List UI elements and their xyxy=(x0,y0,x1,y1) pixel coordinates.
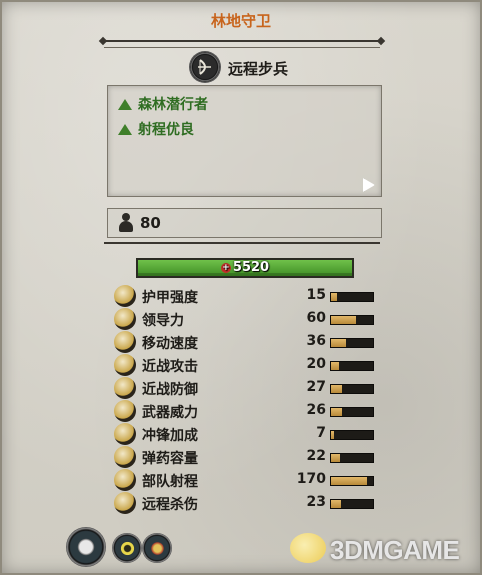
stat-row-armor[interactable]: 护甲强度 15 xyxy=(114,285,376,307)
campaign-icon xyxy=(149,540,165,556)
stat-row-charge-bonus[interactable]: 冲锋加成 7 xyxy=(114,423,376,445)
unit-count: 80 xyxy=(140,214,161,232)
mascot-chick-icon xyxy=(290,533,326,563)
melee-defence-icon xyxy=(114,377,136,399)
stat-label: 部队射程 xyxy=(142,474,198,490)
stat-bar xyxy=(330,476,374,486)
stat-bar xyxy=(330,453,374,463)
stat-label: 近战防御 xyxy=(142,382,198,398)
stat-value: 27 xyxy=(306,379,326,395)
weapon-strength-icon xyxy=(114,400,136,422)
stat-value: 15 xyxy=(306,287,326,303)
eye-icon xyxy=(119,540,135,556)
stat-value: 26 xyxy=(306,402,326,418)
stat-bar xyxy=(330,338,374,348)
stat-row-leadership[interactable]: 领导力 60 xyxy=(114,308,376,330)
armor-icon xyxy=(114,285,136,307)
trait-label: 森林潜行者 xyxy=(138,97,208,113)
stat-value: 60 xyxy=(306,310,326,326)
missile-damage-icon xyxy=(114,492,136,514)
stat-row-ammunition[interactable]: 弹药容量 22 xyxy=(114,446,376,468)
green-triangle-icon xyxy=(118,123,132,135)
expand-arrow-icon[interactable] xyxy=(363,178,375,192)
tab-eye[interactable] xyxy=(112,533,142,563)
stat-value: 36 xyxy=(306,333,326,349)
stat-label: 远程杀伤 xyxy=(142,497,198,513)
stat-row-melee-defence[interactable]: 近战防御 27 xyxy=(114,377,376,399)
leadership-icon xyxy=(114,308,136,330)
stat-bar xyxy=(330,315,374,325)
unit-class-label: 远程步兵 xyxy=(228,60,289,78)
ammunition-icon xyxy=(114,446,136,468)
stat-row-melee-attack[interactable]: 近战攻击 20 xyxy=(114,354,376,376)
stat-value: 23 xyxy=(306,494,326,510)
stat-row-weapon-strength[interactable]: 武器威力 26 xyxy=(114,400,376,422)
stat-bar xyxy=(330,384,374,394)
unit-size-icon xyxy=(118,213,134,233)
stat-label: 近战攻击 xyxy=(142,359,198,375)
range-icon xyxy=(114,469,136,491)
stat-value: 7 xyxy=(316,425,326,441)
stats-panel: +5520 护甲强度 15 领导力 60 移动速度 36 近战攻击 20 近战防… xyxy=(104,252,383,524)
stat-label: 冲锋加成 xyxy=(142,428,198,444)
stat-label: 武器威力 xyxy=(142,405,198,421)
stat-value: 170 xyxy=(296,471,326,487)
stat-value: 22 xyxy=(306,448,326,464)
stat-row-speed[interactable]: 移动速度 36 xyxy=(114,331,376,353)
stat-label: 护甲强度 xyxy=(142,290,198,306)
traits-panel: 森林潜行者 射程优良 xyxy=(107,85,382,197)
stat-bar xyxy=(330,499,374,509)
melee-attack-icon xyxy=(114,354,136,376)
unit-name: 林地守卫 xyxy=(210,12,271,30)
watermark-text: 3DMGAME xyxy=(330,535,460,565)
green-triangle-icon xyxy=(118,98,132,110)
stat-label: 弹药容量 xyxy=(142,451,198,467)
stat-label: 领导力 xyxy=(142,313,184,329)
speed-icon xyxy=(114,331,136,353)
tab-campaign[interactable] xyxy=(142,533,172,563)
stat-bar xyxy=(330,407,374,417)
health-value: 5520 xyxy=(232,260,270,275)
stat-bar xyxy=(330,430,374,440)
unit-card: 林地守卫 远程步兵 森林潜行者 射程优良 80 +5520 护甲强度 15 领导… xyxy=(0,0,482,575)
watermark: 3DMGAME xyxy=(290,527,480,571)
stat-value: 20 xyxy=(306,356,326,372)
bow-icon xyxy=(190,52,220,82)
skull-icon xyxy=(76,537,96,557)
stat-label: 移动速度 xyxy=(142,336,198,352)
trait-label: 射程优良 xyxy=(138,122,194,138)
trait-item[interactable]: 射程优良 xyxy=(118,119,194,139)
stat-row-missile-damage[interactable]: 远程杀伤 23 xyxy=(114,492,376,514)
unit-count-row: 80 xyxy=(107,208,382,238)
stat-row-range[interactable]: 部队射程 170 xyxy=(114,469,376,491)
health-plus-icon: + xyxy=(220,263,231,273)
stat-bar xyxy=(330,292,374,302)
trait-item[interactable]: 森林潜行者 xyxy=(118,94,208,114)
tab-skull[interactable] xyxy=(66,527,106,567)
header-divider xyxy=(104,40,380,48)
stats-divider xyxy=(104,242,380,250)
health-bar: +5520 xyxy=(136,258,354,278)
charge-bonus-icon xyxy=(114,423,136,445)
stat-bar xyxy=(330,361,374,371)
